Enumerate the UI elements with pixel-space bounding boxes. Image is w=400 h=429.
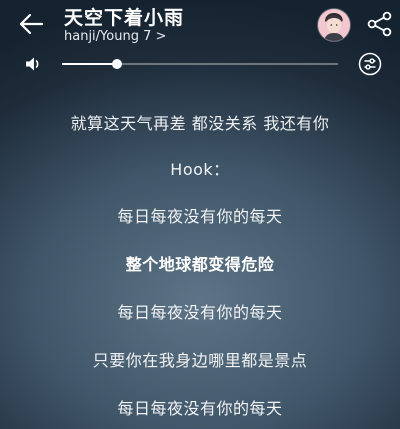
lyrics-panel[interactable]: 就算这天气再差 都没关系 我还有你 Hook： 每日每夜没有你的每天 整个地球都… [0, 96, 400, 429]
equalizer-button[interactable] [358, 52, 382, 76]
avatar-portrait-icon [318, 9, 350, 41]
volume-slider-fill [62, 63, 118, 65]
lyric-line: Hook： [170, 160, 230, 179]
volume-icon[interactable] [25, 56, 43, 72]
volume-slider-thumb[interactable] [112, 59, 123, 69]
song-title: 天空下着小雨 [64, 7, 185, 29]
share-icon [367, 11, 392, 37]
volume-slider[interactable] [62, 59, 338, 69]
singer-avatar[interactable] [318, 9, 350, 41]
back-arrow-icon [19, 13, 44, 35]
lyric-line: 每日每夜没有你的每天 [117, 303, 283, 322]
equalizer-icon [358, 52, 382, 76]
back-button[interactable] [14, 7, 48, 41]
artist-link[interactable]: hanji/Young 7 > [64, 29, 166, 44]
volume-control [0, 50, 400, 78]
lyric-line: 只要你在我身边哪里都是景点 [92, 351, 308, 370]
lyric-line: 就算这天气再差 都没关系 我还有你 [70, 114, 330, 133]
lyric-line: 每日每夜没有你的每天 [117, 207, 283, 226]
lyric-line-current: 整个地球都变得危险 [125, 255, 275, 274]
share-button[interactable] [366, 10, 394, 38]
lyric-line: 每日每夜没有你的每天 [117, 399, 283, 418]
top-bar: 天空下着小雨 hanji/Young 7 > [0, 0, 400, 50]
